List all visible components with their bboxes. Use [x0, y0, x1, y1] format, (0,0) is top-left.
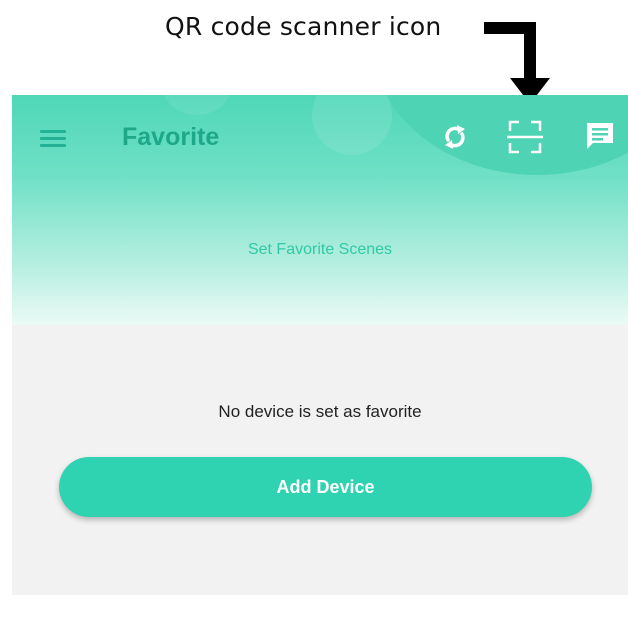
message-icon[interactable] [583, 119, 617, 153]
qr-scanner-icon[interactable] [507, 119, 543, 155]
empty-state-message: No device is set as favorite [218, 402, 422, 421]
header: Favorite Set Favorite Scenes [12, 95, 628, 325]
annotation-arrow-icon [484, 22, 550, 104]
set-favorite-scenes-link[interactable]: Set Favorite Scenes [12, 241, 628, 259]
sync-icon[interactable] [437, 119, 473, 155]
menu-icon[interactable] [40, 126, 70, 150]
decorative-bubble [162, 95, 232, 115]
annotation-label: QR code scanner icon [165, 12, 442, 41]
decorative-bubble [312, 95, 392, 155]
add-device-button[interactable]: Add Device [59, 457, 592, 517]
page-title: Favorite [122, 123, 220, 151]
app-screen: Favorite Set Favorite Scenes No device i… [12, 95, 628, 595]
